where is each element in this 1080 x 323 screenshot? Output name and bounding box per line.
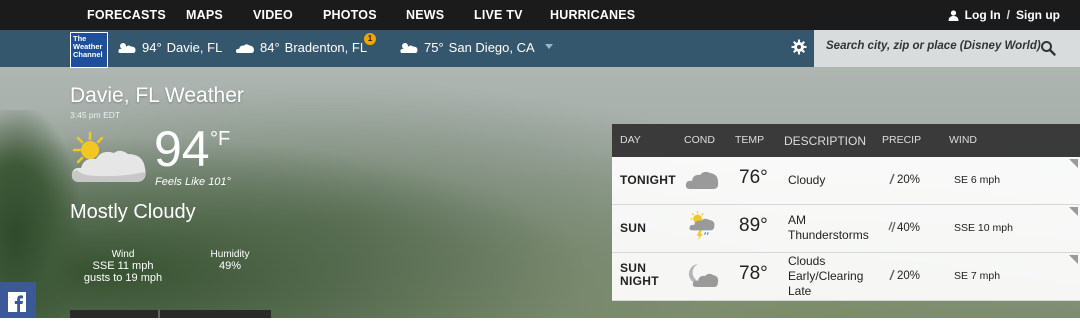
header-cond: COND bbox=[684, 134, 715, 146]
nav-hurricanes[interactable]: HURRICANES bbox=[550, 8, 635, 22]
precip-value: 20% bbox=[897, 270, 921, 282]
forecast-day-line: NIGHT bbox=[620, 274, 659, 288]
header-temp: TEMP bbox=[735, 134, 765, 146]
recent-location-temp: 94° bbox=[142, 40, 162, 55]
recent-location-temp: 84° bbox=[260, 40, 280, 55]
temperature-unit[interactable]: °F bbox=[210, 128, 230, 151]
description-line: Late bbox=[788, 284, 812, 298]
forecast-temp: 89° bbox=[739, 215, 768, 236]
partly-cloudy-icon bbox=[400, 42, 418, 53]
search-box bbox=[814, 30, 1080, 67]
chevron-down-icon[interactable] bbox=[545, 44, 553, 49]
facebook-button[interactable] bbox=[0, 282, 36, 318]
description-line: Early/Clearing bbox=[788, 269, 864, 283]
raindrop-icon bbox=[889, 269, 895, 281]
signup-link[interactable]: Sign up bbox=[1016, 8, 1060, 22]
bottom-tabs[interactable] bbox=[70, 310, 271, 318]
search-icon[interactable] bbox=[1040, 40, 1056, 56]
cloud-icon bbox=[235, 43, 254, 53]
forecast-description: Cloudy bbox=[788, 173, 825, 188]
moon-cloud-icon bbox=[688, 264, 719, 287]
nav-video[interactable]: VIDEO bbox=[253, 8, 293, 22]
feels-like: Feels Like 101° bbox=[155, 176, 231, 188]
header-description: DESCRIPTION bbox=[784, 134, 867, 148]
partly-cloudy-icon bbox=[71, 131, 146, 182]
description-line: Thunderstorms bbox=[788, 228, 869, 242]
cloud-icon bbox=[685, 171, 719, 189]
humidity-value: 49% bbox=[218, 260, 242, 272]
partly-cloudy-icon bbox=[118, 42, 136, 53]
recent-location-name: Bradenton, FL bbox=[284, 40, 368, 55]
nav-news[interactable]: NEWS bbox=[406, 8, 444, 22]
recent-location-temp: 75° bbox=[424, 40, 444, 55]
nav-maps[interactable]: MAPS bbox=[186, 8, 223, 22]
humidity-label: Humidity bbox=[210, 249, 250, 260]
forecast-day: SUN NIGHT bbox=[620, 262, 659, 288]
header-precip: PRECIP bbox=[882, 134, 922, 146]
expand-corner-icon bbox=[1069, 207, 1078, 216]
humidity-stat: Humidity 49% bbox=[200, 249, 260, 272]
forecast-table: DAY COND TEMP DESCRIPTION PRECIP WIND TO… bbox=[612, 124, 1080, 301]
alert-badge[interactable]: 1 bbox=[364, 33, 376, 45]
recent-location-san-diego[interactable]: 75° San Diego, CA bbox=[399, 40, 535, 55]
condition-phrase: Mostly Cloudy bbox=[70, 201, 196, 223]
forecast-day: TONIGHT bbox=[620, 173, 676, 187]
top-nav: FORECASTS MAPS VIDEO PHOTOS NEWS LIVE TV… bbox=[0, 0, 1080, 30]
description-line: Cloudy bbox=[788, 173, 826, 187]
auth-links: Log In / Sign up bbox=[948, 8, 1060, 22]
forecast-temp: 78° bbox=[739, 263, 768, 284]
forecast-row-tonight[interactable]: TONIGHT 76° Cloudy 20% SE 6 mph bbox=[612, 157, 1080, 205]
wind-label: Wind bbox=[111, 249, 135, 260]
forecast-precip: 40% bbox=[888, 221, 920, 234]
header-wind: WIND bbox=[949, 134, 977, 146]
search-input[interactable] bbox=[824, 39, 1048, 53]
description-line: AM bbox=[788, 213, 806, 227]
thunderstorm-icon bbox=[689, 211, 715, 241]
forecast-temp: 76° bbox=[739, 167, 768, 188]
forecast-day: SUN bbox=[620, 221, 647, 235]
forecast-row-sun-night[interactable]: SUN NIGHT 78° Clouds Early/Clearing Late… bbox=[612, 253, 1080, 301]
forecast-header: DAY COND TEMP DESCRIPTION PRECIP WIND bbox=[612, 124, 1080, 157]
recent-location-bradenton[interactable]: 84° Bradenton, FL bbox=[235, 40, 367, 55]
precip-value: 20% bbox=[897, 174, 921, 186]
nav-live-tv[interactable]: LIVE TV bbox=[474, 8, 523, 22]
gear-icon[interactable] bbox=[791, 39, 807, 55]
raindrop-icon bbox=[888, 221, 896, 233]
wind-gusts: gusts to 19 mph bbox=[83, 272, 163, 284]
nav-photos[interactable]: PHOTOS bbox=[323, 8, 377, 22]
logo-line-3: Channel bbox=[73, 50, 103, 59]
forecast-wind: SE 6 mph bbox=[954, 174, 1001, 186]
user-icon bbox=[948, 9, 959, 21]
expand-corner-icon bbox=[1069, 159, 1078, 168]
forecast-description: AM Thunderstorms bbox=[788, 213, 869, 243]
page-title: Davie, FL Weather bbox=[70, 84, 244, 107]
forecast-precip: 20% bbox=[888, 173, 920, 186]
wind-value: SSE 11 mph bbox=[92, 260, 154, 272]
facebook-icon bbox=[8, 292, 26, 312]
auth-separator: / bbox=[1006, 8, 1010, 22]
precip-value: 40% bbox=[897, 222, 921, 234]
forecast-description: Clouds Early/Clearing Late bbox=[788, 254, 863, 299]
expand-corner-icon bbox=[1069, 255, 1078, 264]
recent-location-davie[interactable]: 94° Davie, FL bbox=[117, 40, 222, 55]
weather-channel-logo[interactable]: The Weather Channel bbox=[70, 32, 108, 68]
observation-time: 3:45 pm EDT bbox=[70, 110, 121, 120]
forecast-wind: SSE 10 mph bbox=[954, 222, 1013, 234]
forecast-row-sun[interactable]: SUN 89° AM Thunderstorms 40% SSE 10 mph bbox=[612, 205, 1080, 253]
forecast-precip: 20% bbox=[888, 269, 920, 282]
recent-location-name: Davie, FL bbox=[166, 40, 223, 55]
header-day: DAY bbox=[620, 134, 641, 146]
wind-stat: Wind SSE 11 mph gusts to 19 mph bbox=[76, 249, 170, 284]
forecast-wind: SE 7 mph bbox=[954, 270, 1001, 282]
current-temperature: 94 bbox=[154, 121, 210, 177]
description-line: Clouds bbox=[788, 254, 826, 268]
nav-forecasts[interactable]: FORECASTS bbox=[87, 8, 166, 22]
raindrop-icon bbox=[889, 173, 895, 185]
login-link[interactable]: Log In bbox=[965, 8, 1001, 22]
recent-location-name: San Diego, CA bbox=[448, 40, 535, 55]
